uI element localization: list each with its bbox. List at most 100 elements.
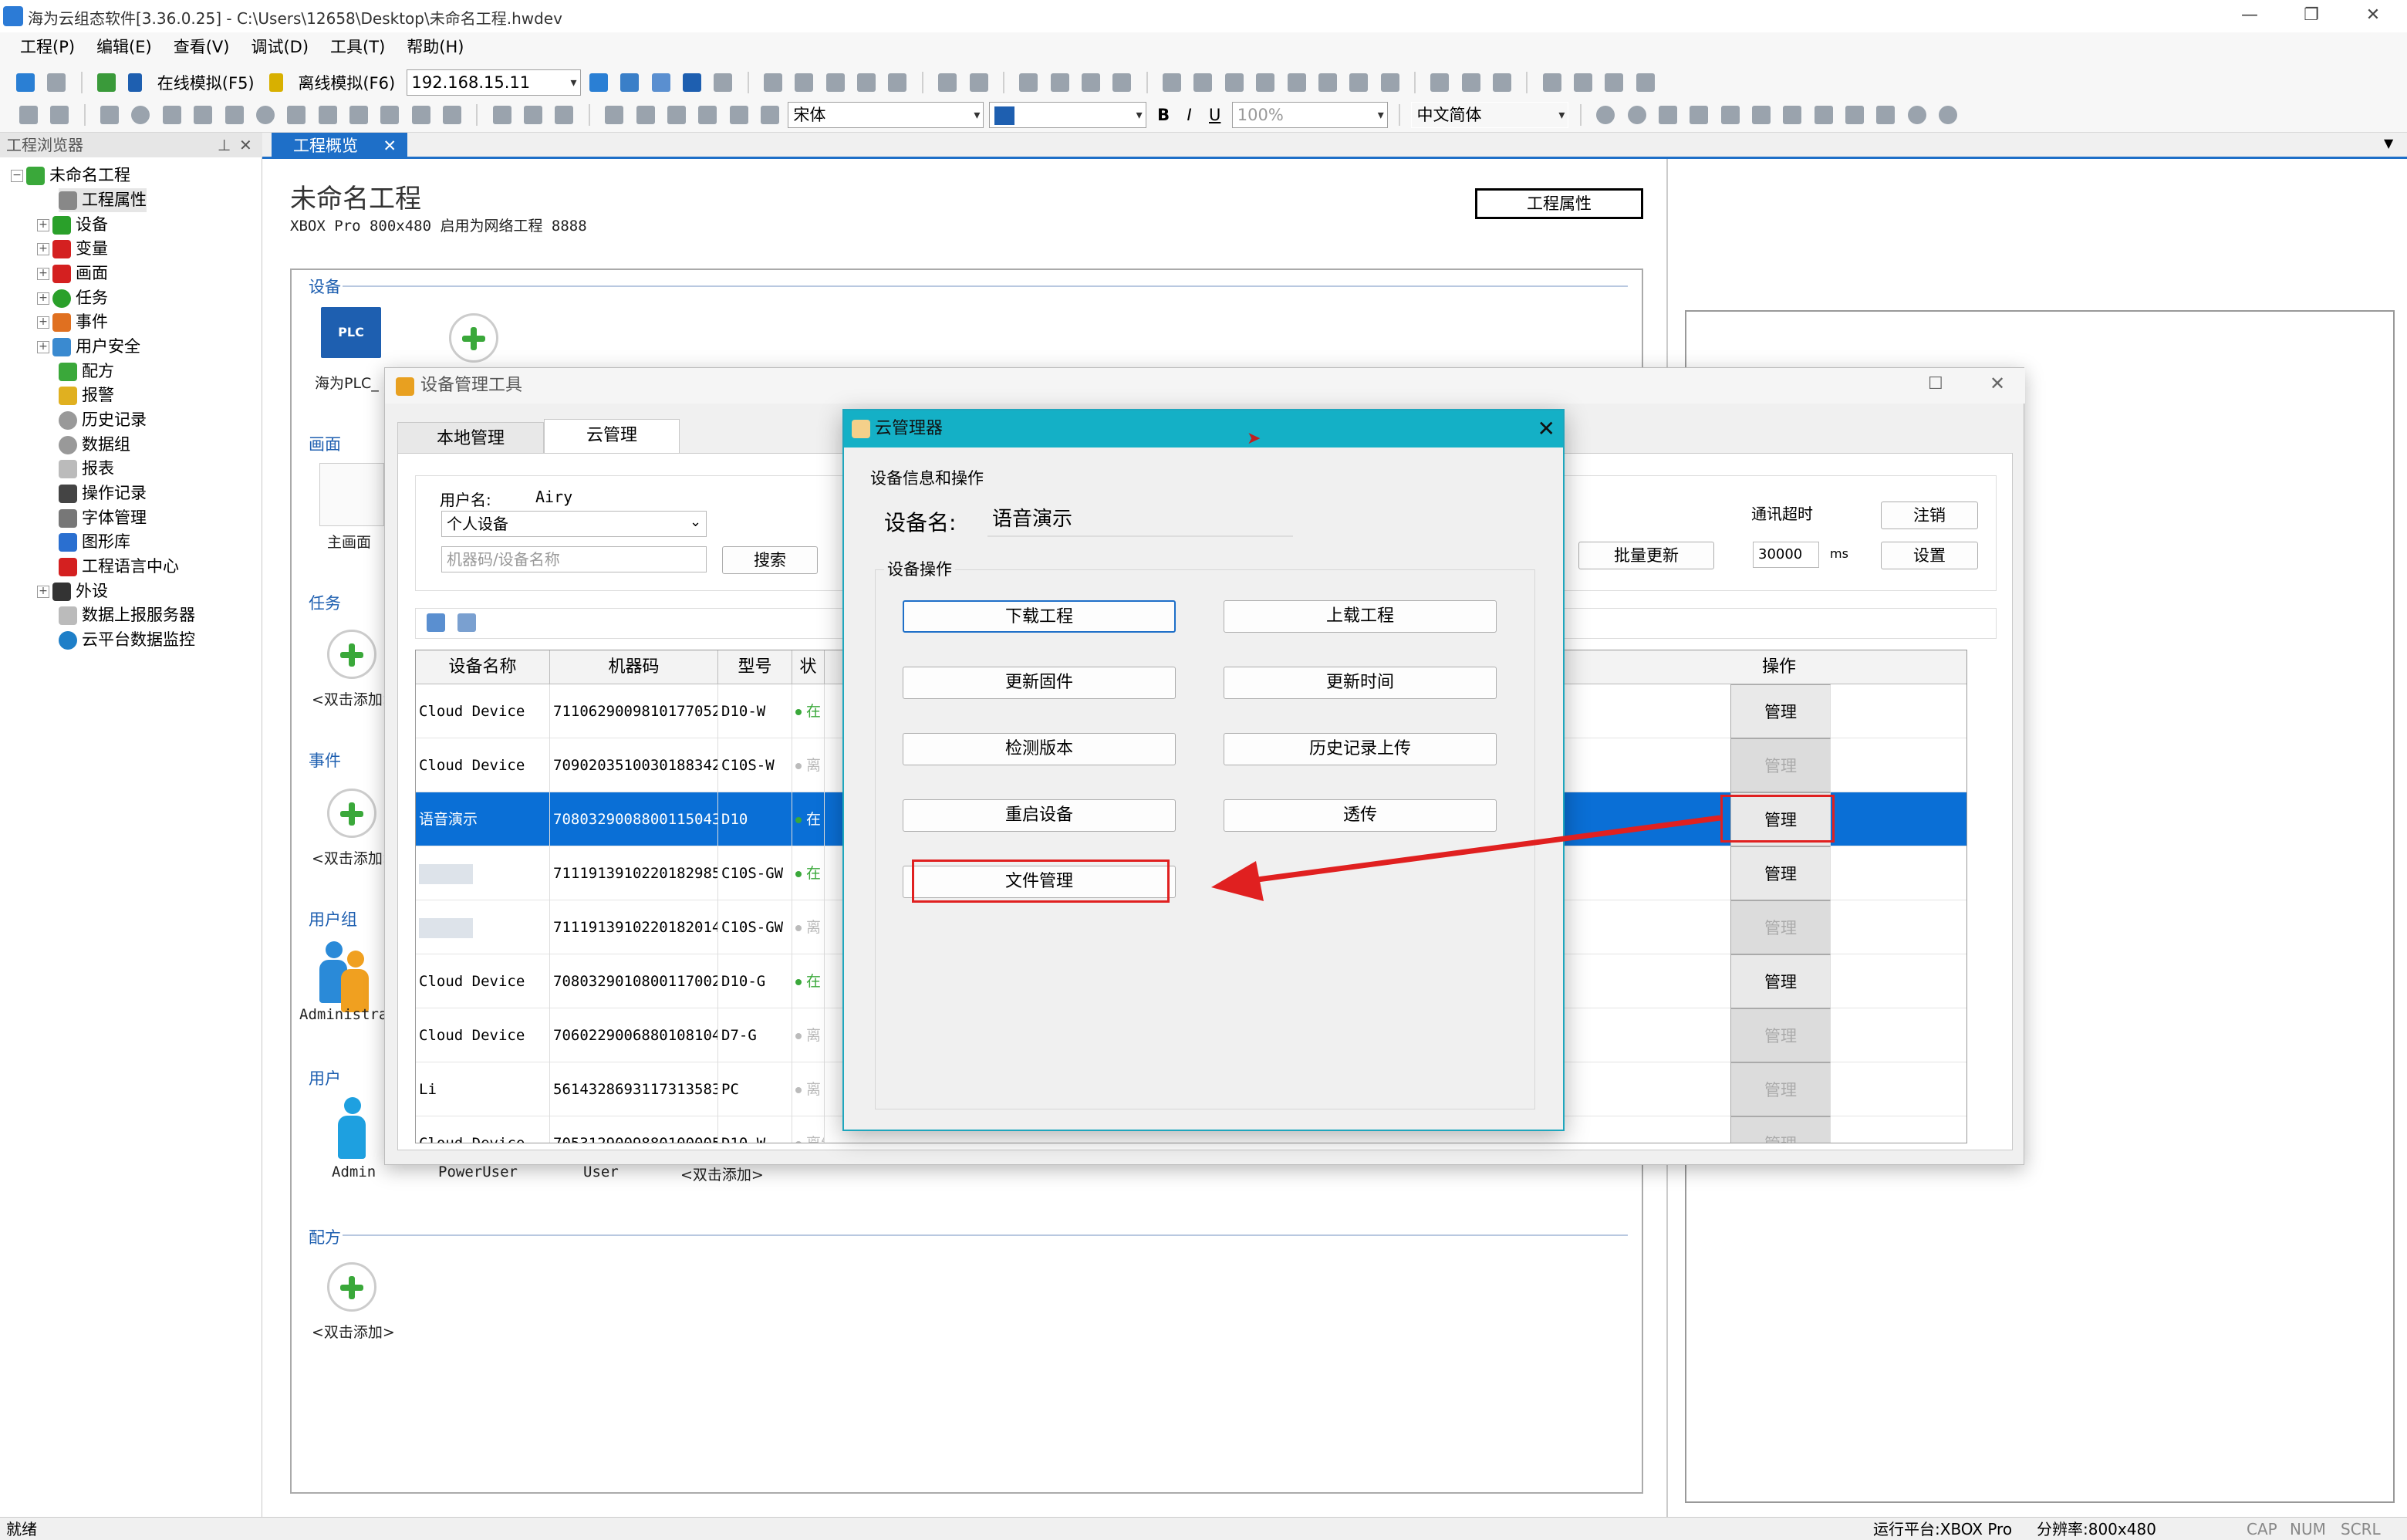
widget6-icon[interactable] <box>1814 106 1833 124</box>
user-user[interactable]: User <box>583 1163 619 1180</box>
col-status[interactable]: 状态 <box>792 650 825 684</box>
cloud-close-button[interactable]: ✕ <box>1538 410 1555 447</box>
menu-debug[interactable]: 调试(D) <box>240 32 319 62</box>
brush-icon[interactable] <box>380 106 400 124</box>
dialog-maximize-button[interactable]: ☐ <box>1928 374 1943 393</box>
italic-icon[interactable]: I <box>1187 106 1191 124</box>
add-task-icon[interactable] <box>327 630 376 679</box>
expand-icon[interactable]: + <box>37 292 49 305</box>
zoom-in-icon[interactable] <box>524 106 543 124</box>
curve-icon[interactable] <box>318 106 337 124</box>
manage-button[interactable]: 管理 <box>1730 1062 1831 1116</box>
tree-item-history[interactable]: 历史记录 <box>59 408 147 432</box>
col-name[interactable]: 设备名称 <box>416 650 550 684</box>
align-left-icon[interactable] <box>1163 73 1182 92</box>
expand-icon[interactable]: + <box>37 586 49 598</box>
line-style-icon[interactable] <box>698 106 717 124</box>
manage-button[interactable]: 管理 <box>1730 900 1831 954</box>
ellipse-icon[interactable] <box>255 106 275 124</box>
font-select[interactable]: 宋体 <box>788 102 984 128</box>
distribute-h-icon[interactable] <box>1349 73 1369 92</box>
pointer-icon[interactable] <box>19 106 38 124</box>
zoom-out-icon[interactable] <box>555 106 574 124</box>
manage-button[interactable]: 管理 <box>1730 738 1831 792</box>
underline-icon[interactable]: U <box>1209 106 1220 124</box>
record-icon[interactable] <box>1596 106 1615 124</box>
align-top-icon[interactable] <box>1256 73 1275 92</box>
fill-icon[interactable] <box>605 106 624 124</box>
manage-button[interactable]: 管理 <box>1730 846 1831 900</box>
scope-select[interactable]: 个人设备 <box>441 511 707 537</box>
play-offline-icon[interactable] <box>268 73 283 92</box>
tree-item-security[interactable]: + 用户安全 <box>37 335 140 359</box>
manage-button[interactable]: 管理 <box>1730 1116 1831 1143</box>
bring-front-icon[interactable] <box>1019 73 1038 92</box>
tree-item-recipe[interactable]: 配方 <box>59 360 114 383</box>
expand-icon[interactable]: + <box>37 268 49 280</box>
tree-item-cloud-monitor[interactable]: 云平台数据监控 <box>59 628 195 652</box>
offline-sim-button[interactable]: 离线模拟(F6) <box>298 74 395 93</box>
tab-dropdown-icon[interactable]: ▼ <box>2384 136 2393 150</box>
tab-cloud[interactable]: 云管理 <box>544 419 680 454</box>
maximize-button[interactable]: ❐ <box>2288 2 2334 29</box>
line-icon[interactable] <box>162 106 181 124</box>
col-operation[interactable]: 操作 <box>1590 650 1966 684</box>
bold-icon[interactable]: B <box>1157 106 1170 124</box>
expand-icon[interactable]: + <box>37 219 49 231</box>
download-project-button[interactable]: 下载工程 <box>903 600 1176 633</box>
forward-icon[interactable] <box>1082 73 1100 92</box>
expand-icon[interactable]: + <box>37 316 49 329</box>
circle-icon[interactable] <box>131 106 150 124</box>
tab-close-icon[interactable]: ✕ <box>383 133 397 159</box>
tree-item-language[interactable]: 工程语言中心 <box>59 555 179 579</box>
pin-icon[interactable]: ⊥ <box>218 133 231 157</box>
polygon-icon[interactable] <box>194 106 213 124</box>
tab-overview[interactable]: 工程概览 ✕ <box>272 133 407 159</box>
tree-item-screens[interactable]: + 画面 <box>37 262 108 285</box>
undo-icon[interactable] <box>764 73 783 92</box>
tree-item-gallery[interactable]: 图形库 <box>59 530 130 554</box>
arc-icon[interactable] <box>287 106 306 124</box>
timeout-input[interactable]: 30000 <box>1753 542 1819 568</box>
add-event-icon[interactable] <box>327 789 376 838</box>
table-view-icon[interactable] <box>457 613 477 632</box>
flip-h-icon[interactable] <box>1542 73 1561 92</box>
zoom-select[interactable]: 100% <box>1231 102 1388 128</box>
tree-item-oplog[interactable]: 操作记录 <box>59 481 147 505</box>
device-name-field[interactable]: 语音演示 <box>987 503 1293 537</box>
send-back-icon[interactable] <box>1050 73 1069 92</box>
ungroup-icon[interactable] <box>969 73 988 92</box>
check-version-button[interactable]: 检测版本 <box>903 733 1176 765</box>
align-bottom-icon[interactable] <box>1287 73 1306 92</box>
menu-edit[interactable]: 编辑(E) <box>86 32 163 62</box>
col-model[interactable]: 型号 <box>718 650 792 684</box>
chevron-down-icon[interactable]: ⌄ <box>690 514 701 530</box>
language-select[interactable]: 中文简体 <box>1411 102 1569 128</box>
font-size-select[interactable] <box>988 102 1146 128</box>
rotate-left-icon[interactable] <box>1605 73 1624 92</box>
minimize-button[interactable]: — <box>2226 2 2273 29</box>
select-icon[interactable] <box>50 106 69 124</box>
widget5-icon[interactable] <box>1783 106 1802 124</box>
diamond-icon[interactable] <box>224 106 244 124</box>
play-online-icon[interactable] <box>128 73 143 92</box>
history-upload-button[interactable]: 历史记录上传 <box>1224 733 1497 765</box>
same-size-icon[interactable] <box>1493 73 1512 92</box>
online-sim-button[interactable]: 在线模拟(F5) <box>157 74 255 93</box>
copy-icon[interactable] <box>857 73 876 92</box>
update-time-button[interactable]: 更新时间 <box>1224 667 1497 699</box>
menu-help[interactable]: 帮助(H) <box>396 32 474 62</box>
group-icon[interactable] <box>938 73 957 92</box>
tree-item-peripherals[interactable]: + 外设 <box>37 579 108 603</box>
widget7-icon[interactable] <box>1845 106 1865 124</box>
save-icon[interactable] <box>47 73 66 92</box>
line-color-icon[interactable] <box>636 106 655 124</box>
tree-item-datagroup[interactable]: 数据组 <box>59 433 130 457</box>
line-width-icon[interactable] <box>667 106 686 124</box>
cut-icon[interactable] <box>825 73 845 92</box>
star-icon[interactable] <box>443 106 462 124</box>
manage-button[interactable]: 管理 <box>1730 684 1831 738</box>
display-icon[interactable] <box>714 73 733 92</box>
menu-project[interactable]: 工程(P) <box>9 32 86 62</box>
menu-view[interactable]: 查看(V) <box>163 32 241 62</box>
